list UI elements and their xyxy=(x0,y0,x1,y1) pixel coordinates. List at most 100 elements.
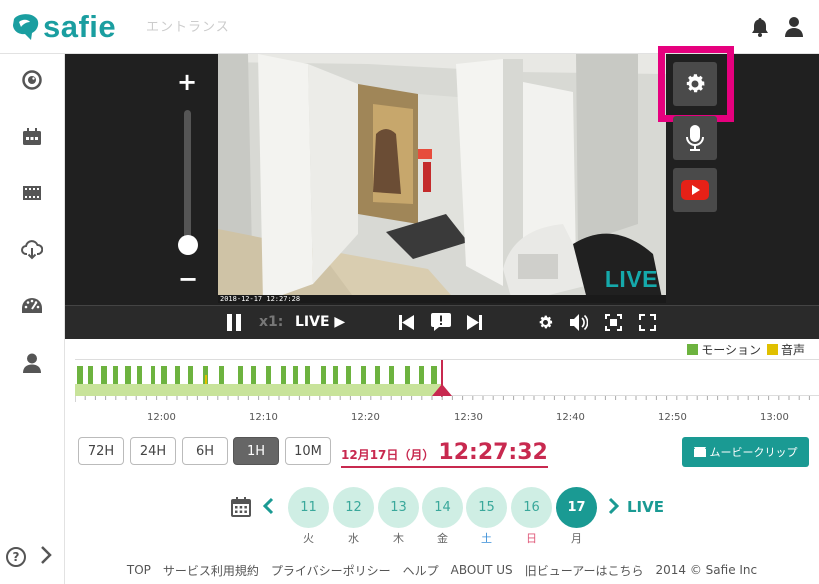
video-player: + − 2018-12-17 12:27:28 LIVE x1: LIVE ▶ xyxy=(65,46,819,339)
bell-icon[interactable] xyxy=(751,17,769,41)
settings-button[interactable] xyxy=(673,62,717,106)
previous-button[interactable] xyxy=(399,315,414,330)
tick-label-1300: 13:00 xyxy=(760,412,789,423)
day-12[interactable]: 12 xyxy=(333,487,374,528)
day-16[interactable]: 16 xyxy=(511,487,552,528)
live-button[interactable]: LIVE ▶ xyxy=(295,314,345,330)
footer-help-link[interactable]: ヘルプ xyxy=(403,562,439,579)
day-11[interactable]: 11 xyxy=(288,487,329,528)
zoom-in-button[interactable]: + xyxy=(177,68,197,96)
screenshot-button[interactable] xyxy=(605,314,622,331)
crop-frame-icon xyxy=(605,314,622,331)
timeline-panel: モーション 音声 12:00 12:10 12:20 12:30 12:40 1… xyxy=(65,339,819,431)
current-date: 12月17日（月） xyxy=(341,448,435,462)
range-10m-button[interactable]: 10M xyxy=(285,437,331,465)
movie-clip-button[interactable]: ムービークリップ xyxy=(682,437,809,467)
range-1h-button[interactable]: 1H xyxy=(233,437,279,465)
volume-button[interactable] xyxy=(570,314,588,331)
tick-label-1210: 12:10 xyxy=(249,412,278,423)
dow-14: 金 xyxy=(437,532,448,545)
footer-terms-link[interactable]: サービス利用規約 xyxy=(163,562,259,579)
timeline-ticks xyxy=(75,396,810,402)
timeline-legend: モーション 音声 xyxy=(687,341,805,358)
camera-name: エントランス xyxy=(146,20,230,35)
user-icon[interactable] xyxy=(784,16,804,41)
sidebar-user-icon[interactable] xyxy=(20,351,44,375)
fullscreen-icon xyxy=(639,314,656,331)
day-13[interactable]: 13 xyxy=(378,487,419,528)
volume-icon xyxy=(570,314,588,331)
motion-swatch xyxy=(687,344,699,355)
camera-video-frame[interactable]: 2018-12-17 12:27:28 LIVE xyxy=(218,54,666,303)
sidebar-cloud-download-icon[interactable] xyxy=(20,238,44,262)
live-badge: LIVE xyxy=(604,266,658,292)
movie-clip-label: ムービークリップ xyxy=(709,446,798,459)
dow-16: 日 xyxy=(526,532,537,545)
youtube-icon xyxy=(681,180,709,200)
alert-button[interactable] xyxy=(431,313,451,331)
tick-label-1230: 12:30 xyxy=(454,412,483,423)
sidebar-film-icon[interactable] xyxy=(20,181,44,205)
fullscreen-button[interactable] xyxy=(639,314,656,331)
timeline-track[interactable] xyxy=(75,359,819,397)
playback-speed[interactable]: x1: xyxy=(259,314,283,330)
footer-privacy-link[interactable]: プライバシーポリシー xyxy=(271,562,391,579)
footer-top-link[interactable]: TOP xyxy=(127,563,151,577)
clip-icon xyxy=(693,447,706,457)
day-14[interactable]: 14 xyxy=(422,487,463,528)
dow-11: 火 xyxy=(303,532,314,545)
day-15[interactable]: 15 xyxy=(466,487,507,528)
range-6h-button[interactable]: 6H xyxy=(182,437,228,465)
calendar-icon[interactable] xyxy=(231,497,251,521)
calendar-prev-icon[interactable] xyxy=(262,497,274,519)
footer-about-link[interactable]: ABOUT US xyxy=(451,563,513,577)
legend-motion: モーション xyxy=(701,343,761,357)
playback-control-bar: x1: LIVE ▶ xyxy=(65,305,819,339)
tick-label-1240: 12:40 xyxy=(556,412,585,423)
microphone-button[interactable] xyxy=(673,116,717,160)
dow-13: 木 xyxy=(393,532,404,545)
sidebar-expand-icon[interactable] xyxy=(40,545,52,569)
microphone-icon xyxy=(686,125,704,151)
footer: TOP サービス利用規約 プライバシーポリシー ヘルプ ABOUT US 旧ビュ… xyxy=(65,556,819,584)
footer-copyright: 2014 © Safie Inc xyxy=(655,563,758,577)
calendar-live-link[interactable]: LIVE xyxy=(627,498,664,516)
video-timestamp: 2018-12-17 12:27:28 xyxy=(220,295,301,303)
dow-17: 月 xyxy=(571,532,582,545)
youtube-button[interactable] xyxy=(673,168,717,212)
help-icon[interactable]: ? xyxy=(6,547,26,567)
day-17[interactable]: 17 xyxy=(556,487,597,528)
zoom-slider-track[interactable] xyxy=(184,110,191,250)
calendar-next-icon[interactable] xyxy=(608,497,620,519)
dow-15: 土 xyxy=(481,532,492,545)
video-settings-button[interactable] xyxy=(537,314,554,331)
gear-icon xyxy=(539,315,553,329)
footer-old-viewer-link[interactable]: 旧ビューアーはこちら xyxy=(525,562,644,579)
zoom-slider-handle[interactable] xyxy=(178,235,198,255)
camera-scene xyxy=(218,54,666,303)
next-button[interactable] xyxy=(467,315,482,330)
range-72h-button[interactable]: 72H xyxy=(78,437,124,465)
tick-label-1220: 12:20 xyxy=(351,412,380,423)
logo-text: safie xyxy=(43,9,117,44)
pause-icon xyxy=(227,314,241,331)
alert-comment-icon xyxy=(431,313,451,331)
gear-icon xyxy=(686,74,705,93)
sidebar-calendar-icon[interactable] xyxy=(20,125,44,149)
motion-events xyxy=(77,366,437,384)
safie-logo[interactable]: safie xyxy=(10,9,117,44)
sidebar-live-camera-icon[interactable] xyxy=(20,68,44,92)
legend-audio: 音声 xyxy=(780,343,805,357)
skip-next-icon xyxy=(467,315,482,330)
audio-swatch xyxy=(766,344,778,355)
zoom-out-button[interactable]: − xyxy=(178,265,198,293)
sidebar: ? xyxy=(0,54,65,584)
current-datetime: 12月17日（月） 12:27:32 xyxy=(341,440,548,468)
sidebar-dashboard-icon[interactable] xyxy=(20,294,44,318)
dow-12: 水 xyxy=(348,532,359,545)
tick-label-1250: 12:50 xyxy=(658,412,687,423)
pause-button[interactable] xyxy=(226,314,242,331)
range-24h-button[interactable]: 24H xyxy=(130,437,176,465)
playhead-marker[interactable] xyxy=(432,384,452,396)
safie-logo-icon xyxy=(13,14,39,40)
